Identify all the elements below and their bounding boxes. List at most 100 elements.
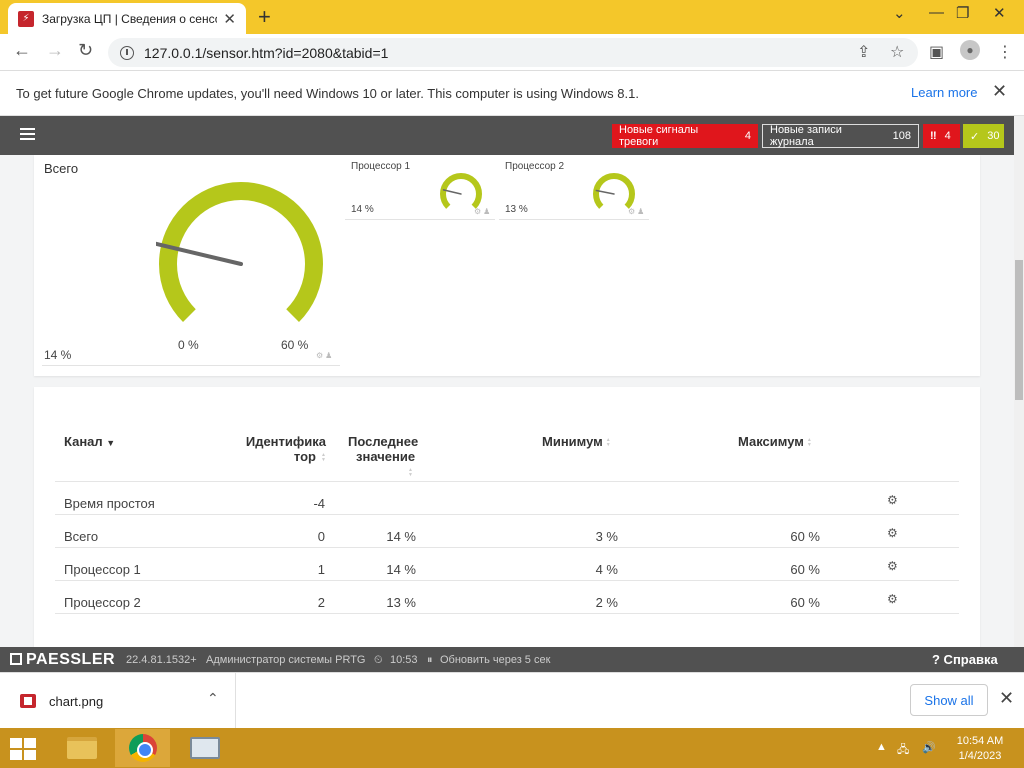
gauge-cpu1-dial [440, 173, 482, 209]
prtg-header: Новые сигналы тревоги 4 Новые записи жур… [0, 116, 1014, 155]
table-row-max: 60 % [790, 562, 820, 577]
column-header-last-line1: Последнее [348, 434, 419, 449]
side-panel-icon[interactable]: ▣ [929, 42, 944, 62]
table-row-channel[interactable]: Процессор 2 [64, 595, 141, 610]
new-log-count: 108 [892, 130, 911, 142]
gauge-total-value: 14 % [44, 348, 72, 362]
up-check-icon: ✓ [970, 130, 980, 143]
monitor-chart-icon [189, 737, 220, 759]
clock-date: 1/4/2023 [958, 750, 1002, 762]
hamburger-menu-icon[interactable] [20, 128, 35, 140]
column-header-last-value[interactable]: Последнее значение [348, 434, 438, 470]
footer-refresh[interactable]: Обновить через 5 сек [440, 654, 550, 666]
up-sensors-badge[interactable]: ✓ 30 [963, 124, 1004, 148]
footer-time: 10:53 [390, 654, 418, 666]
chevron-up-icon[interactable]: ⌃ [207, 690, 219, 707]
tab-title: Загрузка ЦП | Сведения о сенсоре [42, 11, 218, 26]
table-row-id: -4 [313, 496, 325, 511]
channel-settings-gear-icon[interactable]: ⚙ [887, 559, 898, 573]
window-close-button[interactable]: ✕ [993, 4, 1006, 22]
bookmark-star-icon[interactable]: ☆ [890, 42, 904, 62]
file-explorer-taskbar-button[interactable] [54, 729, 109, 767]
monitor-app-taskbar-button[interactable] [177, 729, 232, 767]
chrome-update-infobar: To get future Google Chrome updates, you… [0, 71, 1024, 116]
chrome-taskbar-button[interactable] [115, 729, 170, 767]
gauge-cpu1-settings-icon[interactable]: ⚙♟ [474, 207, 492, 216]
forward-arrow-icon[interactable]: → [46, 40, 64, 61]
table-row-divider [55, 580, 959, 581]
sort-desc-icon: ▼ [106, 438, 116, 448]
table-row-channel[interactable]: Время простоя [64, 496, 155, 511]
download-bar: chart.png ⌃ Show all ✕ [0, 672, 1024, 728]
column-header-last-line2: значение [356, 449, 416, 464]
scrollbar-thumb[interactable] [1015, 260, 1023, 400]
channel-settings-gear-icon[interactable]: ⚙ [887, 526, 898, 540]
more-menu-icon[interactable]: ⋮ [997, 42, 1013, 62]
show-all-button[interactable]: Show all [910, 684, 988, 716]
table-row-divider [55, 547, 959, 548]
reload-icon[interactable]: ↻ [78, 40, 93, 61]
share-icon[interactable]: ⇪ [857, 42, 870, 62]
table-row-id: 1 [317, 562, 325, 577]
back-arrow-icon[interactable]: ← [13, 40, 31, 61]
sort-arrows-icon [606, 438, 613, 448]
tab-search-icon[interactable]: ⌄ [893, 4, 906, 22]
profile-avatar-icon[interactable]: ● [960, 40, 980, 60]
column-header-channel[interactable]: Канал ▼ [64, 434, 115, 451]
page-scrollbar[interactable] [1014, 116, 1024, 671]
taskbar-clock[interactable]: 10:54 AM 1/4/2023 [948, 734, 1012, 764]
column-header-id[interactable]: Идентифика тор [234, 434, 326, 464]
browser-titlebar: ⚡ Загрузка ЦП | Сведения о сенсоре ✕ + ⌄… [0, 0, 1024, 34]
site-info-icon[interactable] [120, 45, 134, 60]
up-sensors-count: 30 [987, 130, 1000, 142]
prtg-favicon-icon: ⚡ [18, 10, 34, 27]
clock-icon: ⏲ [374, 654, 383, 666]
help-link[interactable]: ? Справка [932, 652, 998, 667]
new-alarms-badge[interactable]: Новые сигналы тревоги 4 [612, 124, 758, 148]
learn-more-link[interactable]: Learn more [911, 85, 977, 100]
down-sensors-badge[interactable]: ‼ 4 [923, 124, 960, 148]
new-tab-button[interactable]: + [258, 4, 271, 30]
column-header-min[interactable]: Минимум [542, 434, 613, 449]
column-header-max-label: Максимум [738, 434, 804, 449]
table-row-last: 13 % [386, 595, 416, 610]
browser-tab[interactable]: ⚡ Загрузка ЦП | Сведения о сенсоре ✕ [8, 3, 246, 34]
channel-settings-gear-icon[interactable]: ⚙ [887, 493, 898, 507]
gauge-cpu1-divider [345, 219, 495, 220]
browser-toolbar: ← → ↻ 127.0.0.1/sensor.htm?id=2080&tabid… [0, 34, 1024, 71]
table-row-divider [55, 514, 959, 515]
download-item[interactable]: chart.png ⌃ [0, 673, 236, 728]
gauge-cpu2-dial [593, 173, 635, 209]
column-header-min-label: Минимум [542, 434, 603, 449]
download-bar-close-icon[interactable]: ✕ [999, 688, 1014, 709]
window-minimize-button[interactable]: — [929, 4, 944, 21]
infobar-message: To get future Google Chrome updates, you… [16, 85, 639, 101]
window-maximize-button[interactable]: ❐ [956, 4, 969, 22]
download-file-name[interactable]: chart.png [49, 694, 103, 709]
table-row-max: 60 % [790, 529, 820, 544]
table-row-max: 60 % [790, 595, 820, 610]
down-alert-icon: ‼ [930, 130, 937, 142]
pause-icon[interactable]: ⏸ [427, 654, 433, 667]
gauge-cpu2-value: 13 % [505, 204, 528, 215]
windows-start-icon[interactable] [10, 738, 38, 760]
table-header-divider [55, 481, 959, 482]
gauge-cpu2-title: Процессор 2 [505, 161, 565, 172]
network-icon[interactable]: 🖧 [897, 741, 909, 760]
column-header-max[interactable]: Максимум [738, 434, 814, 449]
new-log-entries-badge[interactable]: Новые записи журнала 108 [762, 124, 919, 148]
tab-close-icon[interactable]: ✕ [223, 10, 236, 28]
volume-icon[interactable]: 🔊 [922, 741, 936, 754]
table-row-channel[interactable]: Процессор 1 [64, 562, 141, 577]
table-row-id: 0 [317, 529, 325, 544]
channel-settings-gear-icon[interactable]: ⚙ [887, 592, 898, 606]
infobar-close-icon[interactable]: ✕ [992, 81, 1007, 102]
tray-expand-icon[interactable]: ▲ [876, 741, 887, 753]
footer-user[interactable]: Администратор системы PRTG [206, 654, 365, 666]
gauge-total-settings-icon[interactable]: ⚙♟ [316, 351, 334, 360]
table-row-channel[interactable]: Всего [64, 529, 98, 544]
address-bar[interactable]: 127.0.0.1/sensor.htm?id=2080&tabid=1 [108, 38, 918, 67]
gauge-cpu2-divider [499, 219, 649, 220]
new-log-label: Новые записи журнала [770, 124, 842, 148]
gauge-cpu2-settings-icon[interactable]: ⚙♟ [628, 207, 646, 216]
